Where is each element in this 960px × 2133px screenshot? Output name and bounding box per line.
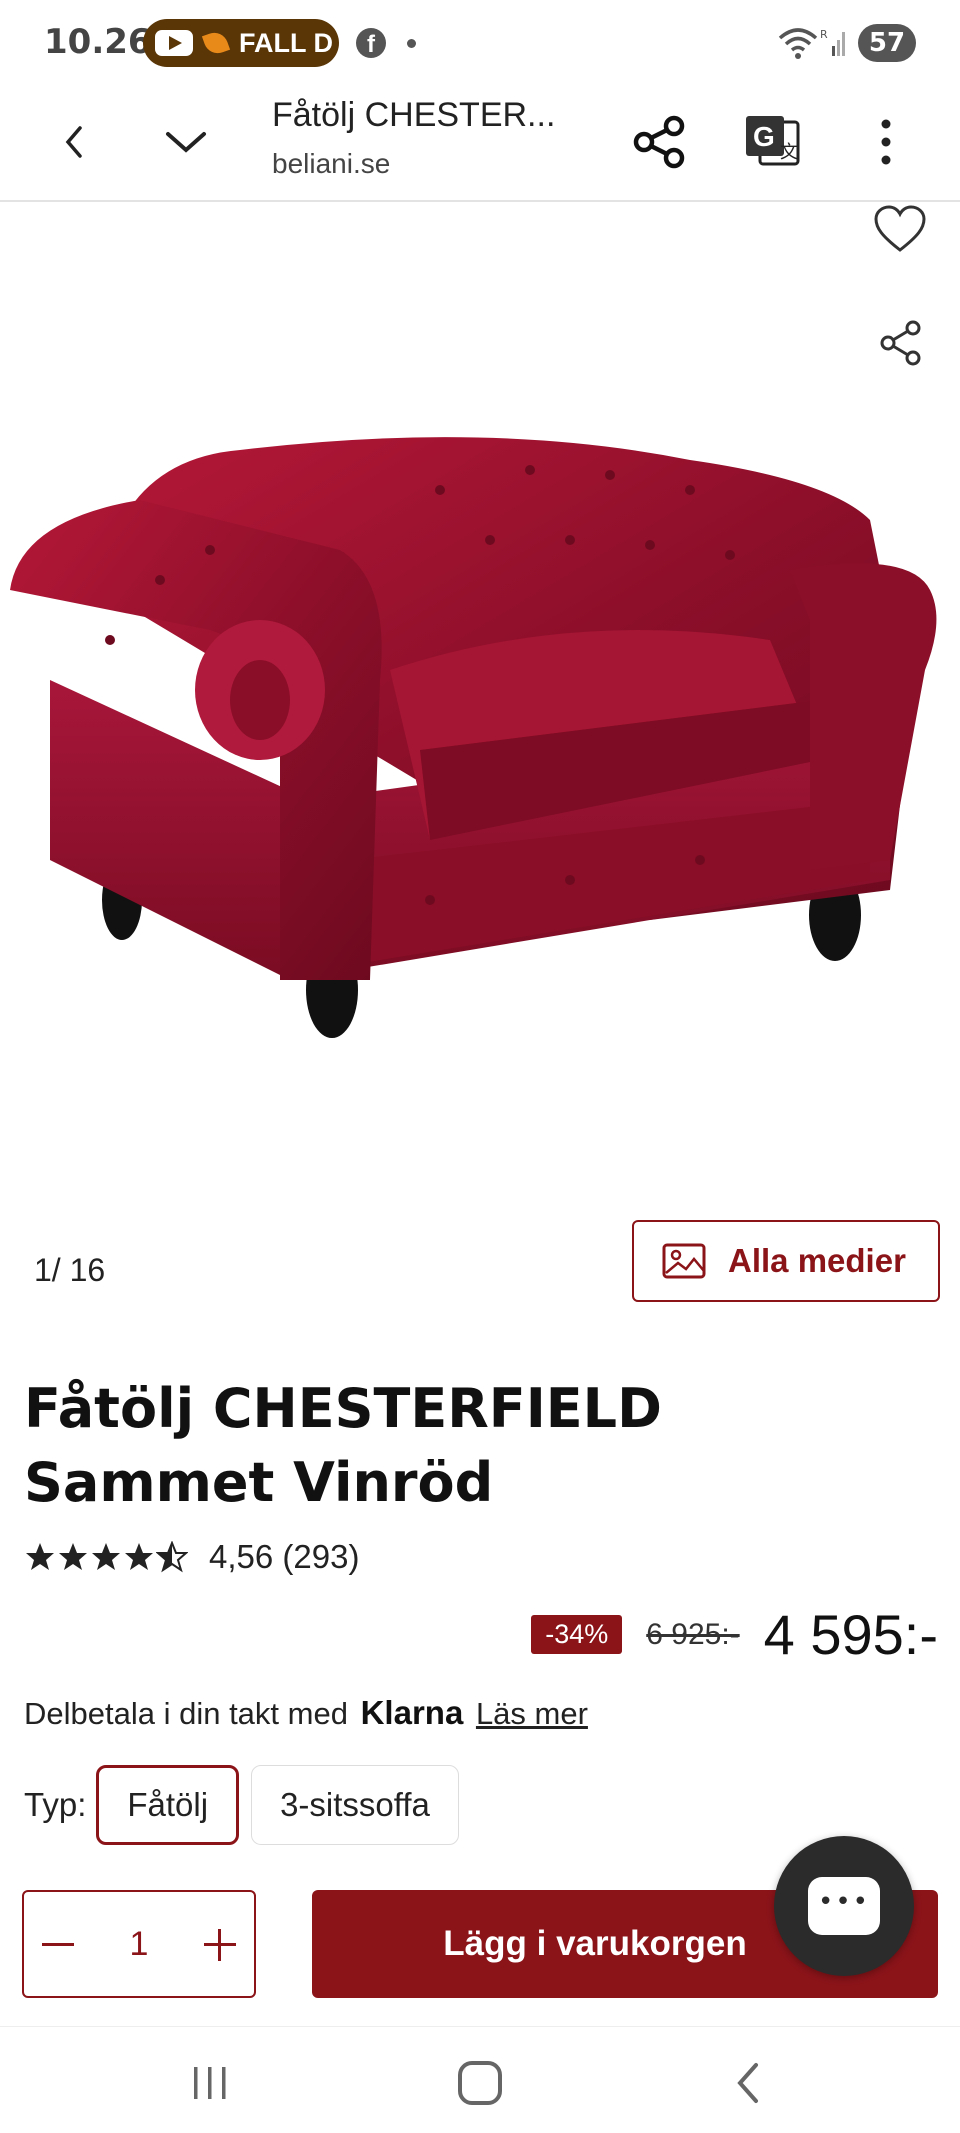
product-image[interactable] — [10, 420, 950, 1120]
translate-icon[interactable]: G 文 — [744, 112, 802, 168]
youtube-notification: FALL D — [143, 19, 339, 67]
system-navigation-bar — [0, 2026, 960, 2133]
installment-text: Delbetala i din takt med — [24, 1696, 348, 1731]
tab-title[interactable]: Fåtölj CHESTER... — [272, 96, 555, 135]
old-price: 6 925:- — [646, 1617, 740, 1651]
facebook-icon: f — [356, 28, 386, 58]
product-title: Fåtölj CHESTERFIELD Sammet Vinröd — [24, 1377, 662, 1514]
type-option-sofa[interactable]: 3-sitssoffa — [251, 1765, 459, 1845]
recent-apps-icon[interactable] — [190, 2065, 230, 2101]
rating-stars — [24, 1541, 189, 1573]
quantity-stepper: 1 — [22, 1890, 256, 1998]
type-option-armchair[interactable]: Fåtölj — [96, 1765, 240, 1845]
tab-domain[interactable]: beliani.se — [272, 148, 390, 180]
wifi-icon — [778, 28, 818, 59]
quantity-value[interactable]: 1 — [130, 1925, 149, 1964]
price-row: -34% 6 925:- 4 595:- — [531, 1602, 938, 1667]
all-media-button[interactable]: Alla medier — [632, 1220, 940, 1302]
more-icon[interactable] — [872, 114, 900, 170]
plus-icon[interactable] — [200, 1924, 240, 1964]
discount-badge: -34% — [531, 1615, 623, 1654]
heart-icon[interactable] — [872, 204, 928, 254]
rating-row[interactable]: 4,56 (293) — [24, 1538, 359, 1576]
chevron-down-icon[interactable] — [160, 118, 212, 166]
minus-icon[interactable] — [38, 1924, 78, 1964]
rating-text: 4,56 (293) — [209, 1538, 360, 1575]
klarna-logo: Klarna — [360, 1694, 464, 1731]
gallery-counter: 1/ 16 — [34, 1252, 106, 1288]
image-icon — [662, 1243, 706, 1279]
star-icon — [92, 1543, 120, 1570]
signal-icon: R — [820, 28, 845, 56]
battery-icon: 57 — [858, 24, 916, 62]
star-icon — [26, 1543, 54, 1570]
star-icon — [59, 1543, 87, 1570]
svg-text:文: 文 — [780, 142, 798, 163]
svg-text:G: G — [753, 121, 775, 152]
read-more-link[interactable]: Läs mer — [476, 1696, 588, 1731]
home-icon[interactable] — [458, 2061, 502, 2105]
svg-text:R: R — [820, 28, 828, 41]
type-selector: Typ: Fåtölj 3-sitssoffa — [24, 1765, 471, 1845]
leaf-icon — [201, 28, 231, 58]
back-icon[interactable] — [52, 114, 96, 170]
status-bar: 10.26 FALL D f R 57 — [0, 0, 960, 86]
all-media-label: Alla medier — [728, 1242, 906, 1279]
chat-icon — [808, 1877, 880, 1935]
status-time: 10.26 — [44, 22, 152, 62]
share-product-icon[interactable] — [876, 318, 926, 368]
system-back-icon[interactable] — [732, 2061, 764, 2105]
add-to-cart-label: Lägg i varukorgen — [443, 1924, 747, 1963]
current-price: 4 595:- — [763, 1603, 938, 1666]
product-gallery[interactable] — [0, 204, 960, 1204]
notification-dot-icon — [407, 39, 416, 48]
share-icon[interactable] — [630, 112, 690, 172]
notification-text: FALL D — [239, 27, 333, 58]
type-label: Typ: — [24, 1786, 87, 1823]
browser-toolbar: Fåtölj CHESTER... beliani.se G 文 — [0, 86, 960, 202]
chat-button[interactable] — [774, 1836, 914, 1976]
klarna-row: Delbetala i din takt med Klarna Läs mer — [24, 1694, 588, 1732]
half-star-icon — [156, 1541, 188, 1573]
youtube-icon — [155, 30, 193, 56]
star-icon — [125, 1543, 153, 1570]
